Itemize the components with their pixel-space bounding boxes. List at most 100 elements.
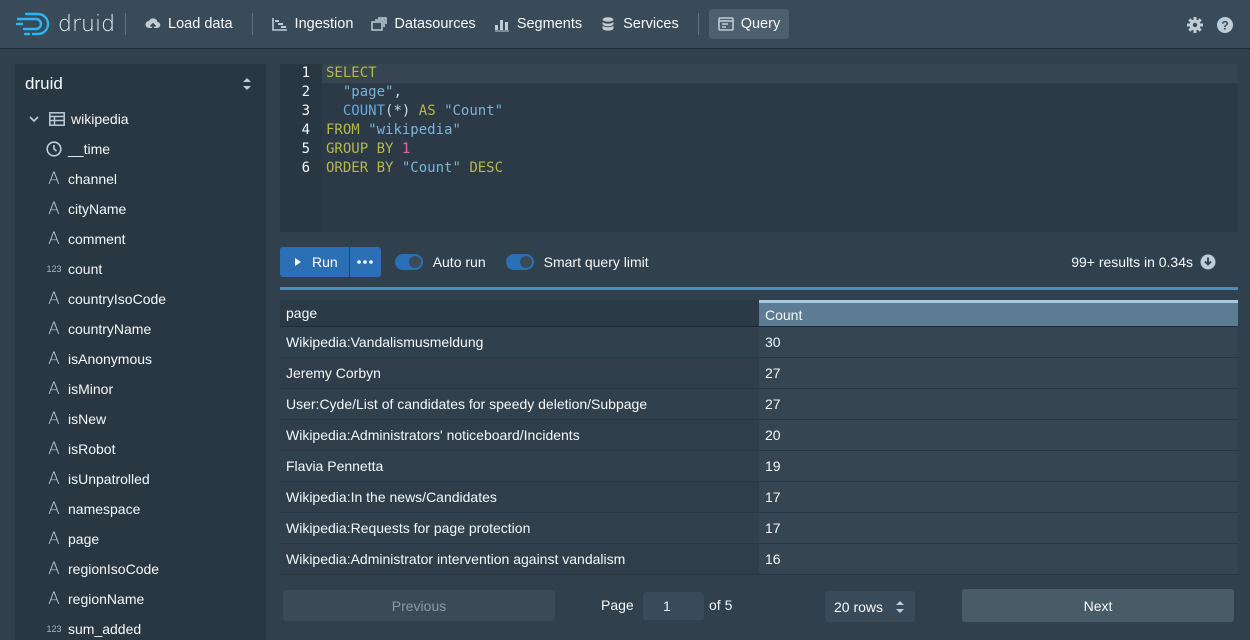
cell-count[interactable]: 27 <box>759 358 1238 389</box>
rows-per-page-select[interactable]: 20 rows <box>825 591 915 622</box>
column-name: isMinor <box>68 381 114 397</box>
table-row: Wikipedia:Requests for page protection 17 <box>280 513 1238 544</box>
druid-logo-icon <box>16 12 50 36</box>
code-line[interactable]: ORDER BY "Count" DESC <box>326 159 503 178</box>
help-icon[interactable]: ? <box>1216 16 1234 34</box>
column-name: namespace <box>68 501 141 517</box>
cell-page[interactable]: Flavia Pennetta <box>280 451 759 482</box>
code-line[interactable]: FROM "wikipedia" <box>326 121 461 140</box>
code-lines[interactable]: SELECT "page", COUNT(*) AS "Count" FROM "… <box>326 64 1226 232</box>
string-icon: A <box>48 469 60 489</box>
rows-per-page-value: 20 rows <box>834 598 884 615</box>
column-name: isAnonymous <box>68 351 153 367</box>
column-tree-sidebar: druid wikipedia __time Achannel AcityName A… <box>15 64 266 640</box>
line-number-gutter: 1 2 3 4 5 6 <box>280 64 322 232</box>
table-row: Jeremy Corbyn 27 <box>280 358 1238 389</box>
tree-table-wikipedia[interactable]: wikipedia <box>15 104 266 134</box>
cell-page[interactable]: User:Cyde/List of candidates for speedy … <box>280 389 759 420</box>
cell-page[interactable]: Wikipedia:In the news/Candidates <box>280 482 759 513</box>
cell-page[interactable]: Wikipedia:Administrator intervention aga… <box>280 544 759 575</box>
column-item[interactable]: Acomment <box>15 224 266 254</box>
run-button[interactable]: Run <box>280 247 349 277</box>
smart-query-limit-switch[interactable]: Smart query limit <box>505 254 649 270</box>
page-number-input[interactable] <box>643 592 704 620</box>
column-item[interactable]: Achannel <box>15 164 266 194</box>
cell-count[interactable]: 17 <box>759 482 1238 513</box>
column-item[interactable]: AisRobot <box>15 434 266 464</box>
download-icon[interactable] <box>1200 254 1216 270</box>
cell-count[interactable]: 27 <box>759 389 1238 420</box>
multi-select-icon <box>371 17 388 31</box>
chevron-down-icon[interactable] <box>25 110 43 128</box>
column-item[interactable]: 123 sum_added <box>15 614 266 640</box>
cell-count[interactable]: 16 <box>759 544 1238 575</box>
nav-query[interactable]: Query <box>708 9 790 39</box>
run-options-button[interactable] <box>349 247 381 277</box>
column-header-count[interactable]: Count <box>759 300 1238 327</box>
previous-button[interactable]: Previous <box>283 590 555 621</box>
numeric-icon: 123 <box>46 264 62 274</box>
line-number: 1 <box>301 65 310 81</box>
cell-page[interactable]: Wikipedia:Requests for page protection <box>280 513 759 544</box>
column-item[interactable]: AisNew <box>15 404 266 434</box>
cell-count[interactable]: 20 <box>759 420 1238 451</box>
string-icon: A <box>48 229 60 249</box>
druid-logo[interactable]: druid <box>16 0 115 49</box>
editor-results-divider[interactable] <box>280 287 1238 290</box>
column-name: regionName <box>68 591 145 607</box>
column-item[interactable]: AisUnpatrolled <box>15 464 266 494</box>
run-button-label: Run <box>312 254 338 270</box>
nav-datasources[interactable]: Datasources <box>362 9 484 39</box>
next-button[interactable]: Next <box>962 589 1234 622</box>
cell-page[interactable]: Jeremy Corbyn <box>280 358 759 389</box>
code-line[interactable]: SELECT <box>326 64 377 83</box>
caret-sort-icon <box>243 78 251 90</box>
page-count-label: of 5 <box>709 597 733 613</box>
table-row: Flavia Pennetta 19 <box>280 451 1238 482</box>
nav-divider <box>251 13 253 35</box>
column-item[interactable]: AisAnonymous <box>15 344 266 374</box>
column-item[interactable]: AisMinor <box>15 374 266 404</box>
nav-ingestion[interactable]: Ingestion <box>263 9 363 39</box>
auto-run-switch[interactable]: Auto run <box>394 254 486 270</box>
nav-segments[interactable]: Segments <box>485 9 591 39</box>
sql-editor[interactable]: 1 2 3 4 5 6 SELECT "page", COUNT(*) AS "Count… <box>280 64 1238 232</box>
gear-icon[interactable] <box>1186 16 1204 34</box>
column-item[interactable]: Apage <box>15 524 266 554</box>
auto-run-label: Auto run <box>432 254 486 270</box>
column-item[interactable]: AcountryName <box>15 314 266 344</box>
results-table: page Count Wikipedia:Vandalismusmeldung 3… <box>280 300 1238 585</box>
nav-services[interactable]: Services <box>591 9 688 39</box>
column-item[interactable]: AcityName <box>15 194 266 224</box>
cell-page[interactable]: Wikipedia:Vandalismusmeldung <box>280 327 759 358</box>
cell-count[interactable]: 19 <box>759 451 1238 482</box>
line-number: 5 <box>301 141 310 157</box>
cell-count[interactable]: 30 <box>759 327 1238 358</box>
column-header-page[interactable]: page <box>280 300 759 327</box>
code-line[interactable]: COUNT(*) AS "Count" <box>326 102 503 121</box>
caret-sort-icon <box>896 600 904 613</box>
column-item[interactable]: Anamespace <box>15 494 266 524</box>
column-name: comment <box>68 231 126 247</box>
code-line[interactable]: "page", <box>326 83 402 102</box>
cell-page[interactable]: Wikipedia:Administrators' noticeboard/In… <box>280 420 759 451</box>
auto-run-toggle[interactable] <box>394 254 423 270</box>
column-item[interactable]: 123 count <box>15 254 266 284</box>
database-select[interactable]: druid <box>15 64 266 104</box>
column-item[interactable]: __time <box>15 134 266 164</box>
nav-segments-label: Segments <box>516 16 583 32</box>
column-name: isRobot <box>68 441 116 457</box>
column-name: regionIsoCode <box>68 561 160 577</box>
table-name: wikipedia <box>71 111 129 127</box>
cell-count[interactable]: 17 <box>759 513 1238 544</box>
column-item[interactable]: AcountryIsoCode <box>15 284 266 314</box>
run-bar: Run Auto run Smart query limit 99+ resul… <box>280 247 1238 277</box>
table-row: User:Cyde/List of candidates for speedy … <box>280 389 1238 420</box>
column-list: __time Achannel AcityName Acomment 123 count A… <box>15 134 266 640</box>
line-number: 6 <box>301 160 310 176</box>
column-item[interactable]: AregionIsoCode <box>15 554 266 584</box>
nav-load-data[interactable]: Load data <box>136 9 242 39</box>
column-item[interactable]: AregionName <box>15 584 266 614</box>
smart-query-limit-toggle[interactable] <box>505 254 534 270</box>
code-line[interactable]: GROUP BY 1 <box>326 140 410 159</box>
